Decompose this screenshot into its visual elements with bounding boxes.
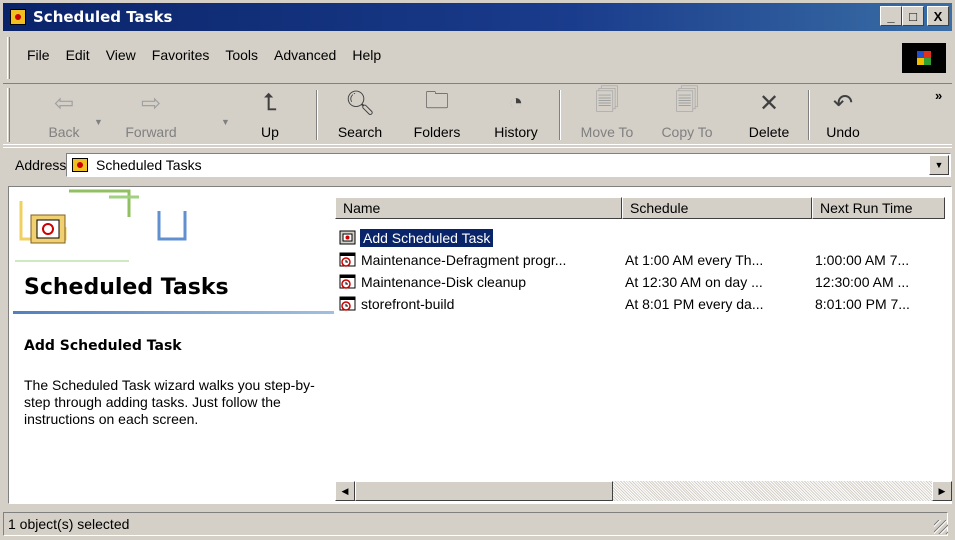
address-field[interactable]: Scheduled Tasks ▼ (66, 153, 951, 177)
move-to-icon: 🗐 (595, 86, 619, 114)
address-label: Address (15, 157, 67, 173)
menu-file[interactable]: File (19, 47, 58, 63)
scheduled-task-icon (339, 252, 356, 267)
folders-button[interactable]: 🗀 Folders (407, 86, 467, 144)
scroll-track[interactable] (613, 481, 932, 501)
minimize-button[interactable]: _ (880, 6, 902, 26)
task-schedule: At 12:30 AM on day ... (625, 274, 763, 290)
task-name: Maintenance-Disk cleanup (361, 274, 526, 290)
task-schedule: At 8:01 PM every da... (625, 296, 764, 312)
copy-to-icon: 🗐 (675, 86, 699, 114)
scheduled-tasks-folder-icon (72, 158, 88, 172)
status-text: 1 object(s) selected (3, 512, 948, 536)
column-header-name[interactable]: Name (335, 197, 622, 219)
move-to-label: Move To (580, 124, 634, 140)
folder-content: Scheduled Tasks Add Scheduled Task The S… (8, 186, 952, 504)
up-folder-icon: ⮤ (262, 89, 278, 116)
search-label: Search (337, 124, 383, 140)
delete-button[interactable]: ✕ Delete (737, 88, 801, 144)
address-value: Scheduled Tasks (96, 157, 202, 173)
search-button[interactable]: 🔍︎ Search (330, 88, 390, 144)
pane-divider (13, 311, 334, 314)
menu-tools[interactable]: Tools (217, 47, 266, 63)
folders-icon: 🗀 (425, 86, 449, 114)
back-dropdown-icon[interactable]: ▼ (94, 117, 103, 127)
task-schedule: At 1:00 AM every Th... (625, 252, 764, 268)
undo-label: Undo (826, 124, 860, 140)
forward-arrow-icon: ⇨ (140, 89, 162, 117)
toolbar-overflow-chevron-icon[interactable]: » (935, 88, 942, 103)
window-controls: _ □ X (880, 6, 949, 26)
undo-icon: ↶ (832, 89, 854, 117)
task-next-run: 12:30:00 AM ... (815, 274, 910, 290)
toolbar-separator (559, 90, 561, 140)
copy-to-button[interactable]: 🗐 Copy To (650, 86, 724, 144)
move-to-button[interactable]: 🗐 Move To (569, 86, 645, 144)
status-bar: 1 object(s) selected (3, 508, 952, 538)
task-name: Maintenance-Defragment progr... (361, 252, 567, 268)
list-item[interactable]: storefront-build At 8:01 PM every da... … (339, 293, 949, 315)
toolbar-separator (316, 90, 318, 140)
delete-label: Delete (748, 124, 790, 140)
menu-edit[interactable]: Edit (58, 47, 98, 63)
task-next-run: 8:01:00 PM 7... (815, 296, 910, 312)
history-button[interactable]: ◔ History (487, 88, 545, 144)
copy-to-label: Copy To (661, 124, 713, 140)
web-view-pane: Scheduled Tasks Add Scheduled Task The S… (9, 187, 334, 503)
address-bar: Address Scheduled Tasks ▼ (3, 147, 952, 181)
title-bar[interactable]: Scheduled Tasks _ □ X (3, 3, 952, 31)
folders-label: Folders (413, 124, 461, 140)
address-dropdown-icon[interactable]: ▼ (929, 155, 949, 175)
back-arrow-icon: ⇦ (53, 89, 75, 117)
list-item[interactable]: Maintenance-Disk cleanup At 12:30 AM on … (339, 271, 949, 293)
back-label: Back (48, 124, 80, 140)
window-title: Scheduled Tasks (33, 8, 173, 26)
back-button[interactable]: ⇦ Back (39, 88, 89, 144)
selected-item-description: The Scheduled Task wizard walks you step… (24, 377, 315, 427)
scheduled-tasks-folder-icon (10, 9, 26, 25)
forward-button[interactable]: ⇨ Forward (111, 88, 191, 144)
horizontal-scrollbar[interactable]: ◀ ▶ (335, 481, 952, 501)
scheduled-task-icon (339, 274, 356, 289)
standard-toolbar: ⇦ Back ▼ ⇨ Forward ▼ ⮤ Up 🔍︎ Search 🗀 Fo… (3, 83, 952, 145)
column-header-schedule[interactable]: Schedule (622, 197, 812, 219)
forward-label: Forward (125, 124, 177, 140)
selected-item-title: Add Scheduled Task (24, 338, 182, 354)
list-header: Name Schedule Next Run Time (335, 197, 945, 219)
forward-dropdown-icon[interactable]: ▼ (221, 117, 230, 127)
delete-x-icon: ✕ (758, 89, 780, 117)
toolbar-separator (808, 90, 810, 140)
menu-advanced[interactable]: Advanced (266, 47, 344, 63)
add-task-icon (339, 230, 356, 245)
task-next-run: 1:00:00 AM 7... (815, 252, 910, 268)
pane-title: Scheduled Tasks (24, 275, 229, 300)
windows-logo-icon (902, 43, 946, 73)
scheduled-task-icon (339, 296, 356, 311)
column-header-next-run-time[interactable]: Next Run Time (812, 197, 945, 219)
explorer-window: Scheduled Tasks _ □ X File Edit View Fav… (0, 0, 955, 540)
close-button[interactable]: X (927, 6, 949, 26)
search-icon: 🔍︎ (344, 89, 376, 117)
menu-help[interactable]: Help (344, 47, 389, 63)
menu-bar: File Edit View Favorites Tools Advanced … (3, 33, 952, 83)
list-item[interactable]: Add Scheduled Task (339, 227, 494, 249)
history-label: History (494, 124, 538, 140)
undo-button[interactable]: ↶ Undo (818, 88, 868, 144)
menu-view[interactable]: View (98, 47, 144, 63)
scroll-left-icon[interactable]: ◀ (335, 481, 355, 501)
history-icon: ◔ (508, 89, 524, 116)
up-button[interactable]: ⮤ Up (248, 88, 292, 144)
menu-items: File Edit View Favorites Tools Advanced … (19, 47, 389, 63)
menu-favorites[interactable]: Favorites (144, 47, 218, 63)
task-name: storefront-build (361, 296, 455, 312)
task-name: Add Scheduled Task (360, 229, 494, 247)
scroll-thumb[interactable] (355, 481, 613, 501)
resize-grip-icon[interactable] (934, 520, 948, 534)
scroll-right-icon[interactable]: ▶ (932, 481, 952, 501)
menu-grip[interactable] (7, 37, 10, 79)
maximize-button[interactable]: □ (902, 6, 924, 26)
toolbar-grip[interactable] (7, 88, 10, 142)
up-label: Up (261, 124, 279, 140)
list-item[interactable]: Maintenance-Defragment progr... At 1:00 … (339, 249, 949, 271)
